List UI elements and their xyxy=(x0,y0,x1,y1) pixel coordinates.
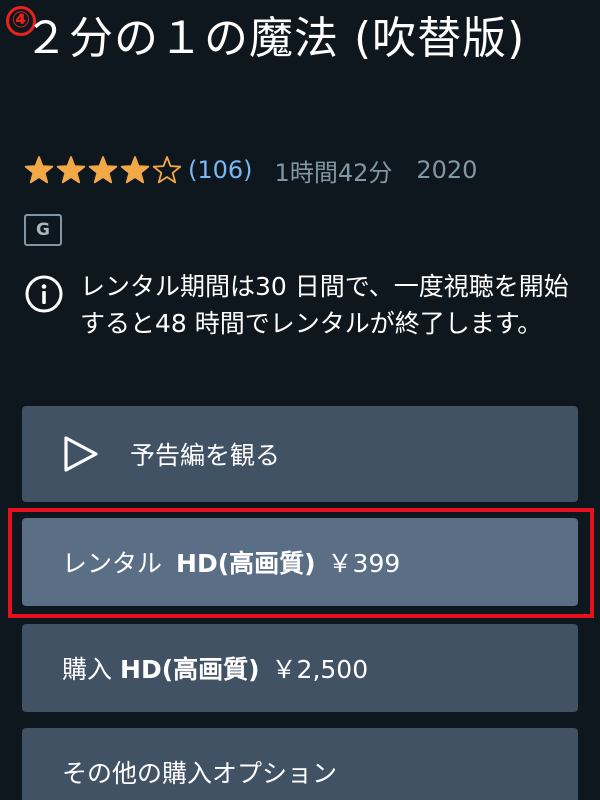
meta-row: (106) 1時間42分 2020 xyxy=(24,150,477,190)
page-title: ２分の１の魔法 (吹替版) xyxy=(24,13,526,64)
star-filled-icon xyxy=(120,156,150,184)
duration-text: 1時間42分 xyxy=(274,158,393,187)
more-purchase-options-label: その他の購入オプション xyxy=(62,759,338,788)
watch-trailer-button[interactable]: 予告編を観る xyxy=(22,406,578,502)
star-rating xyxy=(24,155,182,185)
info-icon xyxy=(25,275,63,313)
rent-quality: HD(高画質) xyxy=(176,549,316,578)
buy-hd-button[interactable]: 購入 HD(高画質) ￥2,500 xyxy=(22,624,578,712)
buy-label: 購入 xyxy=(62,655,113,684)
content-rating-badge: G xyxy=(24,214,62,246)
review-count-link[interactable]: (106) xyxy=(188,156,253,184)
buy-quality: HD(高画質) xyxy=(120,655,260,684)
rent-hd-button[interactable]: レンタル HD(高画質) ￥399 xyxy=(22,518,578,606)
buy-price: ￥2,500 xyxy=(271,655,369,684)
rent-label: レンタル xyxy=(62,549,163,578)
video-detail-page: ④ ２分の１の魔法 (吹替版) (106) 1時間42分 2020 G レンタル… xyxy=(0,0,600,800)
rental-notice: レンタル期間は30 日間で、一度視聴を開始すると48 時間でレンタルが終了します… xyxy=(24,268,576,342)
star-filled-icon xyxy=(88,156,118,184)
play-icon xyxy=(64,436,98,472)
release-year: 2020 xyxy=(416,156,478,184)
star-filled-icon xyxy=(24,156,54,184)
star-empty-icon xyxy=(152,156,182,184)
star-filled-icon xyxy=(56,156,86,184)
more-purchase-options-button[interactable]: その他の購入オプション xyxy=(22,728,578,800)
rent-price: ￥399 xyxy=(327,549,401,578)
watch-trailer-label: 予告編を観る xyxy=(130,441,281,470)
rental-notice-text: レンタル期間は30 日間で、一度視聴を開始すると48 時間でレンタルが終了します… xyxy=(80,272,569,338)
